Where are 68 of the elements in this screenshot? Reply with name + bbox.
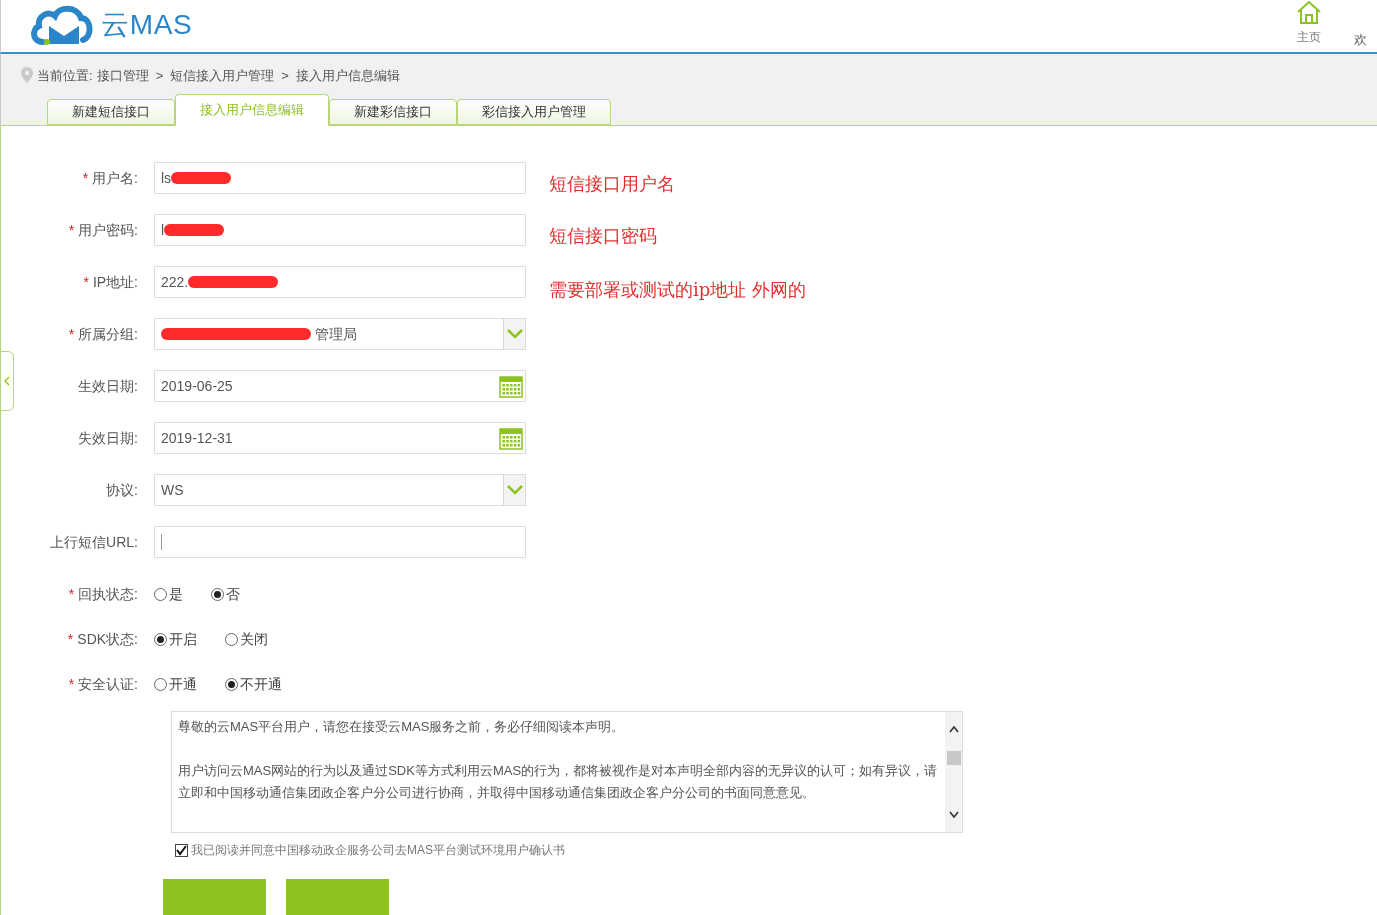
breadcrumb-item[interactable]: 短信接入用户管理 [170, 65, 275, 85]
field-label: 用户密码: [78, 220, 138, 240]
agreement-paragraph: 尊敬的云MAS平台用户，请您在接受云MAS服务之前，务必仔细阅读本声明。 [178, 718, 626, 736]
action-button[interactable] [286, 879, 389, 915]
required-asterisk: * [68, 584, 75, 604]
annotation-text: 短信接口用户名 [549, 172, 675, 196]
welcome-text: 欢 [1354, 31, 1367, 49]
action-button[interactable] [163, 879, 266, 915]
home-icon [1296, 0, 1322, 24]
breadcrumb-item: 接入用户信息编辑 [295, 66, 400, 85]
select-field[interactable]: WS [154, 474, 526, 506]
scrollbar-thumb[interactable] [946, 751, 961, 765]
breadcrumb-label: 当前位置: [37, 66, 93, 85]
calendar-icon[interactable] [499, 374, 523, 398]
breadcrumb-separator: > [155, 66, 164, 85]
tab[interactable]: 新建短信接口 [47, 99, 175, 125]
required-asterisk: * [83, 272, 89, 292]
input-field[interactable] [154, 526, 526, 558]
field-label: 失效日期: [78, 428, 138, 448]
field-label: SDK状态: [77, 629, 138, 649]
dropdown-toggle[interactable] [503, 475, 525, 505]
input-field[interactable]: 222. [154, 266, 526, 298]
field-label: IP地址: [92, 272, 138, 292]
radio-option[interactable]: 开启 [154, 628, 197, 650]
field-label: 用户名: [92, 168, 138, 188]
required-asterisk: * [68, 220, 75, 240]
input-field[interactable]: ls [154, 162, 526, 194]
radio-option[interactable]: 是 [154, 583, 183, 605]
scrollbar[interactable] [945, 712, 962, 832]
required-asterisk: * [68, 324, 75, 344]
radio-option[interactable]: 否 [211, 583, 240, 605]
breadcrumb-item[interactable]: 接口管理 [96, 65, 149, 85]
chevron-left-icon [4, 376, 10, 386]
date-field[interactable]: 2019-12-31 [154, 422, 526, 454]
location-pin-icon [21, 67, 33, 84]
field-label: 上行短信URL: [50, 532, 138, 552]
required-asterisk: * [82, 168, 89, 188]
radio-option[interactable]: 不开通 [225, 673, 282, 695]
cloud-envelope-logo-icon [29, 4, 93, 46]
logo-text: 云MAS [101, 8, 193, 42]
sidebar-toggle[interactable] [0, 351, 14, 411]
calendar-icon[interactable] [499, 426, 523, 450]
home-link[interactable]: 主页 [1296, 0, 1322, 46]
field-label: 安全认证: [78, 674, 138, 694]
date-field[interactable]: 2019-06-25 [154, 370, 526, 402]
required-asterisk: * [67, 629, 74, 649]
chevron-down-icon [506, 329, 523, 339]
required-asterisk: * [68, 674, 75, 694]
tab[interactable]: 彩信接入用户管理 [457, 99, 611, 125]
field-label: 协议: [106, 480, 138, 500]
dropdown-toggle[interactable] [503, 319, 525, 349]
scroll-down-icon [948, 811, 959, 818]
input-field[interactable]: l [154, 214, 526, 246]
checkmark-icon [176, 844, 187, 856]
select-field[interactable]: 管理局 [154, 318, 526, 350]
tab[interactable]: 新建彩信接口 [329, 99, 457, 125]
field-label: 所属分组: [78, 324, 138, 344]
breadcrumb-separator: > [281, 66, 289, 85]
field-label: 回执状态: [78, 584, 138, 604]
chevron-down-icon [506, 485, 523, 495]
annotation-text: 短信接口密码 [549, 224, 657, 248]
agreement-paragraph: 用户访问云MAS网站的行为以及通过SDK等方式利用云MAS的行为，都将被视作是对本声明全部内容的无异议的认可；如有异议，请立即和中国移动通信集团政企客户分公司进行协商，并取得中国移动通信集团政企客户分公司的书面同意意见。 [178, 762, 939, 802]
radio-option[interactable]: 关闭 [225, 628, 268, 650]
field-label: 生效日期: [78, 376, 138, 396]
radio-option[interactable]: 开通 [154, 673, 197, 695]
agreement-checkbox[interactable]: 我已阅读并同意中国移动政企服务公司去MAS平台测试环境用户确认书 [175, 841, 1377, 859]
scroll-up-icon [948, 726, 959, 733]
annotation-text: 需要部署或测试的ip地址 外网的 [549, 278, 806, 302]
